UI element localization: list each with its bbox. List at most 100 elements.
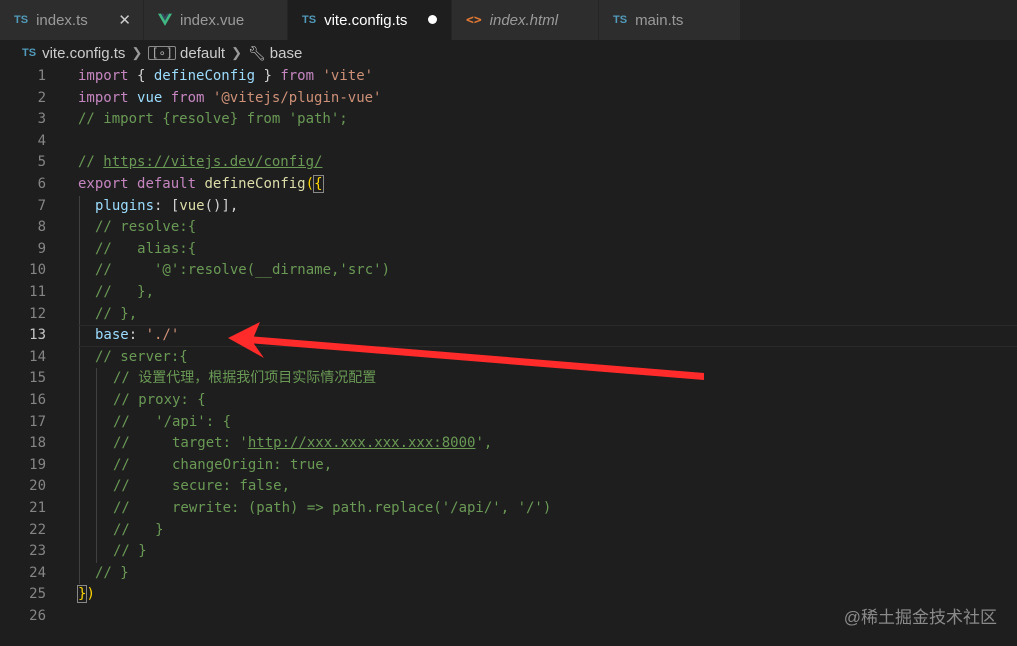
code-text: import vue from '@vitejs/plugin-vue' <box>78 89 382 106</box>
tab-label: vite.config.ts <box>324 11 408 29</box>
breadcrumb-symbol[interactable]: default <box>180 45 225 62</box>
wrench-icon: 🔧︎ <box>247 44 266 61</box>
line-number: 7 <box>37 197 46 214</box>
code-text: }) <box>76 585 95 604</box>
code-line[interactable]: 6 export default defineConfig({ <box>0 174 1017 196</box>
code-text: // alias:{ <box>95 240 197 257</box>
line-number: 24 <box>29 564 46 581</box>
code-text: // changeOrigin: true, <box>113 456 333 473</box>
chevron-right-icon: ❯ <box>231 45 242 60</box>
breadcrumb-file[interactable]: vite.config.ts <box>42 45 125 62</box>
code-text: // } <box>113 543 147 560</box>
code-text: // '/api': { <box>113 413 232 430</box>
link[interactable]: https://vitejs.dev/config/ <box>103 154 322 170</box>
code-line[interactable]: 23 // } <box>0 541 1017 563</box>
tab-index-ts[interactable]: TS index.ts ✕ <box>0 0 144 40</box>
tab-label: index.vue <box>180 11 245 29</box>
line-number: 2 <box>37 89 46 106</box>
code-line[interactable]: 5 // https://vitejs.dev/config/ <box>0 152 1017 174</box>
code-text: plugins: [vue()], <box>95 197 239 214</box>
code-text: // }, <box>95 284 155 300</box>
line-number: 16 <box>29 392 46 408</box>
code-line[interactable]: 4 <box>0 131 1017 153</box>
code-text: // } <box>113 521 164 538</box>
line-number: 19 <box>29 456 46 473</box>
code-text: // secure: false, <box>113 478 291 495</box>
tab-index-html[interactable]: <> index.html <box>452 0 599 40</box>
code-text: // target: 'http://xxx.xxx.xxx.xxx:8000'… <box>113 435 493 452</box>
line-number: 22 <box>29 521 46 538</box>
line-number: 20 <box>29 478 46 495</box>
line-number: 18 <box>29 435 46 452</box>
line-number: 13 <box>29 327 46 344</box>
unsaved-dot-icon[interactable] <box>428 15 437 24</box>
breadcrumb-property[interactable]: base <box>270 45 303 62</box>
code-text: // resolve:{ <box>95 219 197 236</box>
chevron-right-icon: ❯ <box>131 45 143 60</box>
line-number: 5 <box>37 154 46 171</box>
code-text: import { defineConfig } from 'vite' <box>78 68 374 84</box>
line-number: 14 <box>29 348 46 365</box>
code-text: // }, <box>95 305 138 322</box>
code-line[interactable]: 9 // alias:{ <box>0 239 1017 261</box>
tab-main-ts[interactable]: TS main.ts <box>599 0 741 40</box>
code-line[interactable]: 14 // server:{ <box>0 347 1017 369</box>
code-line[interactable]: 15 // 设置代理，根据我们项目实际情况配置 <box>0 368 1017 390</box>
html-icon: <> <box>466 12 482 28</box>
code-line[interactable]: 8 // resolve:{ <box>0 217 1017 239</box>
code-line[interactable]: 12 // }, <box>0 304 1017 326</box>
code-line[interactable]: 22 // } <box>0 520 1017 542</box>
line-number: 1 <box>37 68 46 84</box>
line-number: 6 <box>37 176 46 192</box>
code-text: // server:{ <box>95 348 188 365</box>
line-number: 9 <box>37 240 46 257</box>
code-line[interactable]: 20 // secure: false, <box>0 476 1017 498</box>
variable-icon: [∘] <box>148 46 177 60</box>
vue-icon <box>158 13 172 26</box>
close-icon[interactable]: ✕ <box>118 11 131 29</box>
code-editor[interactable]: 1 import { defineConfig } from 'vite' 2 … <box>0 66 1017 646</box>
code-line[interactable]: 24 // } <box>0 563 1017 585</box>
line-number: 21 <box>29 500 46 516</box>
code-text: // } <box>95 564 129 581</box>
code-text: // import {resolve} from 'path'; <box>78 111 348 128</box>
line-number: 26 <box>29 608 46 624</box>
line-number: 15 <box>29 370 46 387</box>
code-line[interactable]: 21 // rewrite: (path) => path.replace('/… <box>0 498 1017 520</box>
typescript-icon: TS <box>302 14 317 26</box>
typescript-icon: TS <box>14 14 29 26</box>
code-text: base: './' <box>95 327 180 344</box>
code-line[interactable]: 18 // target: 'http://xxx.xxx.xxx.xxx:80… <box>0 433 1017 455</box>
line-number: 3 <box>37 111 46 128</box>
breadcrumb: TS vite.config.ts ❯ [∘] default ❯ 🔧︎ bas… <box>0 40 1017 66</box>
typescript-icon: TS <box>22 47 37 59</box>
code-line[interactable]: 11 // }, <box>0 282 1017 304</box>
tab-label: index.html <box>489 11 559 29</box>
bracket-match: { <box>313 175 324 193</box>
code-text: // 设置代理，根据我们项目实际情况配置 <box>113 370 377 387</box>
code-line[interactable]: 16 // proxy: { <box>0 390 1017 412</box>
typescript-icon: TS <box>613 14 628 26</box>
code-line[interactable]: 3 // import {resolve} from 'path'; <box>0 109 1017 131</box>
line-number: 17 <box>29 413 46 430</box>
tab-label: index.ts <box>36 11 88 29</box>
code-line[interactable]: 1 import { defineConfig } from 'vite' <box>0 66 1017 88</box>
code-line[interactable]: 17 // '/api': { <box>0 412 1017 434</box>
link[interactable]: http://xxx.xxx.xxx.xxx:8000 <box>248 435 476 451</box>
code-line[interactable]: 10 // '@':resolve(__dirname,'src') <box>0 260 1017 282</box>
line-number: 11 <box>29 284 46 300</box>
code-text: // rewrite: (path) => path.replace('/api… <box>113 500 552 516</box>
code-line[interactable]: 7 plugins: [vue()], <box>0 196 1017 218</box>
tab-vite-config-ts[interactable]: TS vite.config.ts <box>288 0 452 40</box>
tab-bar: TS index.ts ✕ index.vue TS vite.config.t… <box>0 0 1017 40</box>
line-number: 4 <box>37 132 46 149</box>
line-number: 23 <box>29 543 46 560</box>
line-number: 8 <box>37 219 46 236</box>
code-line[interactable]: 19 // changeOrigin: true, <box>0 455 1017 477</box>
tab-index-vue[interactable]: index.vue <box>144 0 288 40</box>
code-text: export default defineConfig({ <box>78 175 324 193</box>
code-line-current[interactable]: 13 base: './' <box>0 325 1017 347</box>
code-line[interactable]: 2 import vue from '@vitejs/plugin-vue' <box>0 88 1017 110</box>
line-number: 12 <box>29 305 46 322</box>
watermark: @稀土掘金技术社区 <box>843 608 997 627</box>
